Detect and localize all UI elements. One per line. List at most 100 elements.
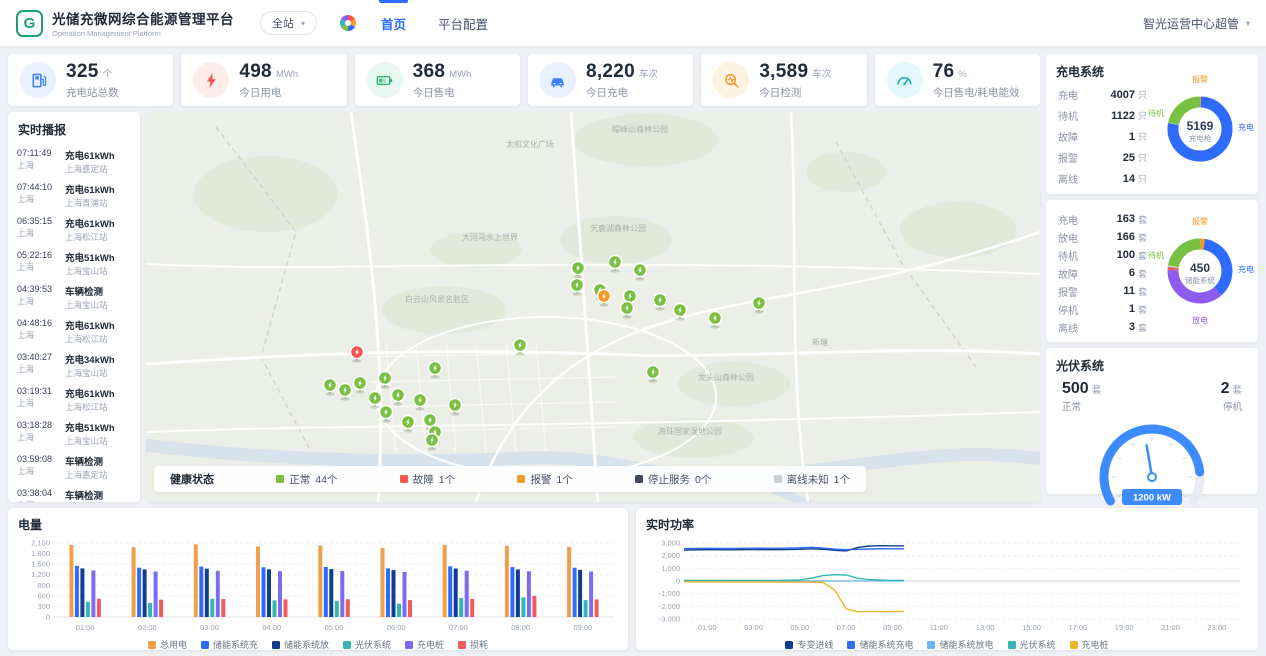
broadcast-time-block: 04:48:16上海	[17, 318, 59, 345]
health-count: 0个	[695, 472, 711, 487]
storage-system-panel: 充电163套放电166套待机100套故障6套报警11套停机1套离线3套 450储…	[1046, 200, 1258, 342]
broadcast-city: 上海	[17, 227, 59, 239]
tab-1[interactable]: 平台配置	[422, 0, 504, 46]
legend-item[interactable]: 光伏系统	[1008, 638, 1056, 651]
svg-text:23:00: 23:00	[1207, 623, 1226, 632]
broadcast-detail-block: 充电34kWh上海宝山站	[65, 352, 115, 379]
kpi-unit: 车次	[812, 66, 831, 80]
map-label: 海珠国家湿地公园	[658, 426, 722, 436]
system-row: 充电4007只	[1058, 84, 1150, 105]
broadcast-city: 上海	[17, 193, 59, 205]
status-square	[774, 475, 782, 483]
svg-text:充电: 充电	[1238, 122, 1254, 132]
svg-text:01:00: 01:00	[76, 623, 95, 632]
kpi-value: 3,589	[759, 61, 808, 83]
broadcast-time-block: 07:44:10上海	[17, 182, 59, 209]
svg-text:3,000: 3,000	[661, 539, 680, 548]
svg-text:1,800: 1,800	[31, 549, 50, 558]
svg-text:02:00: 02:00	[138, 623, 157, 632]
legend-item[interactable]: 光伏系统	[343, 638, 391, 651]
legend-item[interactable]: 专变进线	[785, 638, 833, 651]
broadcast-time: 03:38:04	[17, 488, 59, 498]
map-label: 龙头山森林公园	[698, 372, 754, 382]
kpi-value-line: 76%	[933, 61, 1020, 83]
broadcast-station: 上海青浦站	[65, 197, 115, 209]
broadcast-time: 06:35:15	[17, 216, 59, 226]
map-canvas[interactable]: 太和文化广场帽峰山森林公园天鹿湖森林公园大河马水上世界白云山风景名胜区龙头山森林…	[146, 112, 1040, 502]
row-value: 4007	[1111, 89, 1135, 101]
svg-text:0: 0	[676, 577, 680, 586]
user-menu[interactable]: 智光运营中心超管 ▾	[1143, 15, 1250, 32]
status-square	[276, 475, 284, 483]
station-selector-value: 全站	[272, 15, 294, 31]
kpi-body: 325个充电站总数	[66, 61, 119, 100]
legend-item[interactable]: 充电桩	[405, 638, 444, 651]
chevron-down-icon: ▾	[301, 19, 305, 28]
legend-square	[201, 641, 209, 649]
svg-text:300: 300	[37, 602, 50, 611]
broadcast-item: 03:38:04上海车辆检测上海嘉定站	[8, 484, 140, 502]
broadcast-action: 充电51kWh	[65, 250, 115, 264]
legend-item[interactable]: 储能系统放电	[927, 638, 993, 651]
broadcast-city: 上海	[17, 363, 59, 375]
legend-item[interactable]: 总用电	[148, 638, 187, 651]
broadcast-time-block: 05:22:16上海	[17, 250, 59, 277]
legend-square	[458, 641, 466, 649]
kpi-value-line: 8,220车次	[586, 61, 658, 83]
row-label: 充电	[1058, 87, 1090, 102]
system-row: 待机1122只	[1058, 105, 1150, 126]
broadcast-list: 07:11:49上海充电61kWh上海嘉定站07:44:10上海充电61kWh上…	[8, 144, 140, 502]
gauge-icon	[887, 62, 923, 98]
kpi-value: 325	[66, 61, 99, 83]
legend-label: 总用电	[160, 638, 187, 651]
health-item: 离线未知1个	[774, 472, 850, 487]
legend-item[interactable]: 储能系统放	[272, 638, 329, 651]
legend-square	[927, 641, 935, 649]
legend-label: 损耗	[470, 638, 488, 651]
row-label: 离线	[1058, 171, 1090, 186]
kpi-label: 今日检测	[759, 85, 831, 100]
broadcast-time-block: 03:19:31上海	[17, 386, 59, 413]
svg-text:04:00: 04:00	[262, 623, 281, 632]
row-value: 3	[1129, 321, 1135, 333]
row-label: 报警	[1058, 284, 1090, 299]
legend-square	[847, 641, 855, 649]
broadcast-time: 03:40:27	[17, 352, 59, 362]
legend-item[interactable]: 储能系统充	[201, 638, 258, 651]
broadcast-item: 04:48:16上海充电61kWh上海松江站	[8, 314, 140, 348]
pv-system-title: 光伏系统	[1046, 348, 1258, 380]
monitor-icon	[713, 62, 749, 98]
svg-text:09:00: 09:00	[573, 623, 592, 632]
tab-0[interactable]: 首页	[365, 0, 422, 46]
broadcast-detail-block: 充电61kWh上海松江站	[65, 318, 115, 345]
svg-text:450: 450	[1190, 261, 1210, 275]
row-label: 待机	[1058, 108, 1090, 123]
broadcast-station: 上海松江站	[65, 401, 115, 413]
row-value: 6	[1129, 267, 1135, 279]
pv-gauge: 1200 kW	[1062, 409, 1242, 507]
row-value: 25	[1123, 152, 1135, 164]
broadcast-action: 车辆检测	[65, 454, 108, 468]
kpi-label: 今日充电	[586, 85, 658, 100]
row-label: 放电	[1058, 230, 1090, 245]
svg-text:05:00: 05:00	[325, 623, 344, 632]
car-icon	[540, 62, 576, 98]
kpi-value-line: 325个	[66, 61, 119, 83]
legend-label: 充电桩	[417, 638, 444, 651]
status-square	[635, 475, 643, 483]
apps-icon[interactable]	[337, 12, 359, 34]
broadcast-detail-block: 充电61kWh上海松江站	[65, 386, 115, 413]
energy-chart-panel: 电量 03006009001,2001,5001,8002,10001:0002…	[8, 508, 628, 650]
legend-item[interactable]: 损耗	[458, 638, 488, 651]
app-logo: G	[16, 10, 43, 37]
legend-item[interactable]: 充电桩	[1070, 638, 1109, 651]
broadcast-city: 上海	[17, 295, 59, 307]
system-row: 报警25只	[1058, 147, 1150, 168]
legend-item[interactable]: 储能系统充电	[847, 638, 913, 651]
legend-label: 储能系统充	[213, 638, 258, 651]
kpi-card: 368MWh今日售电	[355, 54, 520, 106]
kpi-card: 325个充电站总数	[8, 54, 173, 106]
station-selector[interactable]: 全站 ▾	[260, 11, 317, 35]
health-count: 1个	[834, 472, 850, 487]
health-count: 44个	[315, 472, 337, 487]
